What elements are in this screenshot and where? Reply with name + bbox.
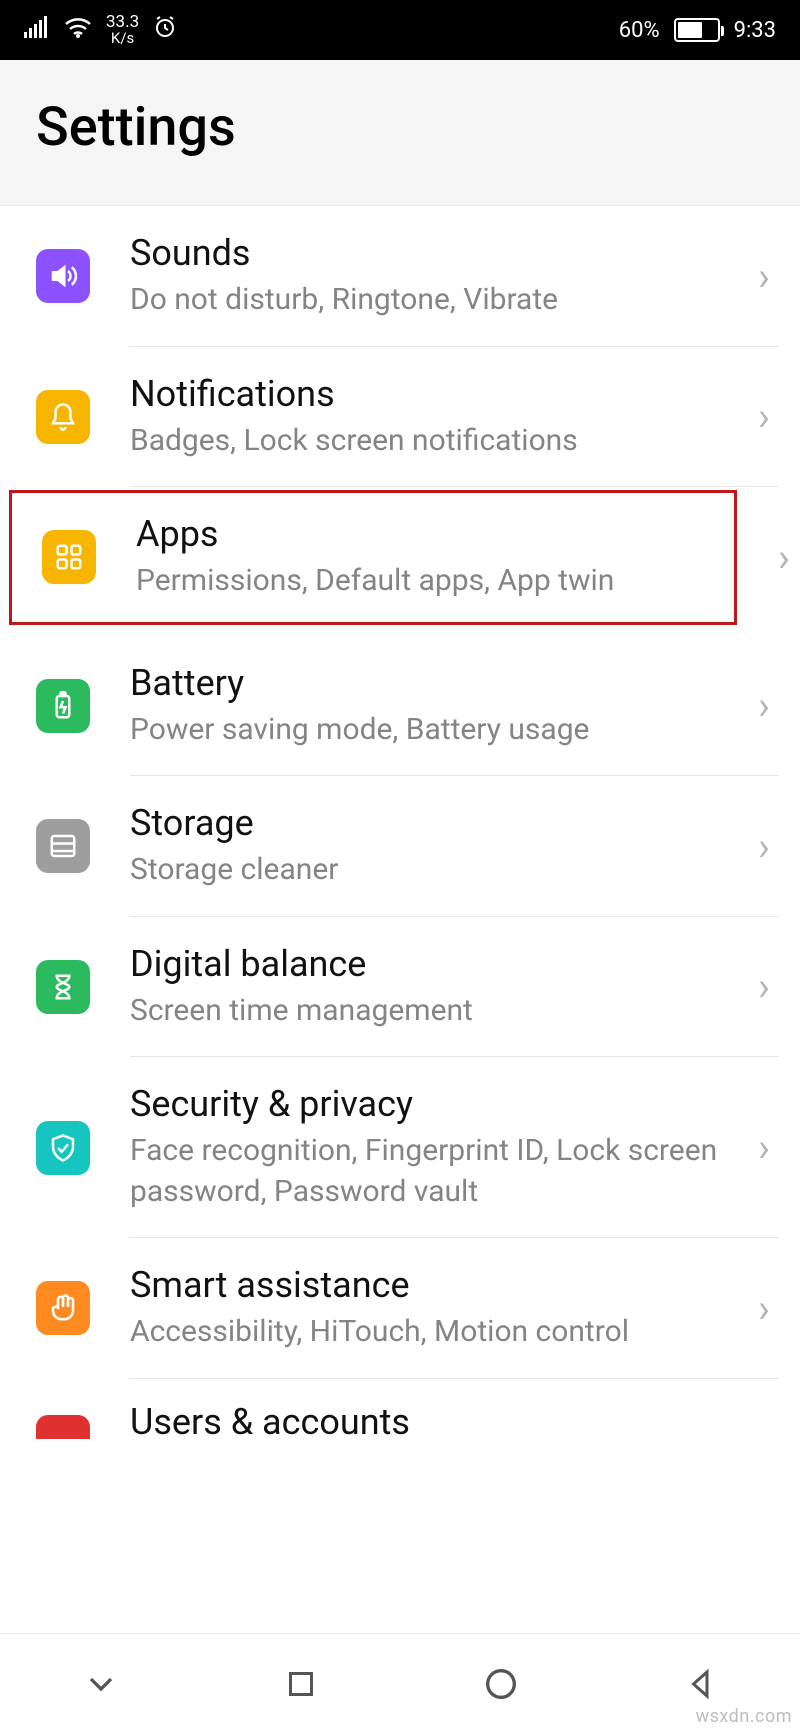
row-notifications[interactable]: Notifications Badges, Lock screen notifi… — [0, 347, 800, 488]
chevron-right-icon: › — [758, 1124, 770, 1171]
chevron-right-icon: › — [758, 823, 770, 870]
status-right: 60% 9:33 — [619, 18, 776, 43]
row-subtitle: Face recognition, Fingerprint ID, Lock s… — [130, 1131, 742, 1212]
row-smart-assistance[interactable]: Smart assistance Accessibility, HiTouch,… — [0, 1238, 800, 1379]
status-bar: 33.3 K/s 60% 9:33 — [0, 0, 800, 60]
row-subtitle: Storage cleaner — [130, 850, 742, 891]
row-title: Security & privacy — [130, 1083, 742, 1125]
row-title: Smart assistance — [130, 1264, 742, 1306]
battery-icon — [36, 679, 90, 733]
signal-icon — [24, 16, 50, 44]
clock: 9:33 — [734, 18, 776, 43]
nav-recents[interactable] — [283, 1666, 319, 1702]
row-title: Sounds — [130, 232, 742, 274]
page-header: Settings — [0, 60, 800, 206]
row-title: Apps — [136, 513, 740, 555]
nav-back[interactable] — [683, 1666, 719, 1702]
row-subtitle: Accessibility, HiTouch, Motion control — [130, 1312, 742, 1353]
settings-list: Sounds Do not disturb, Ringtone, Vibrate… — [0, 206, 800, 1439]
network-speed: 33.3 K/s — [106, 14, 139, 46]
row-subtitle: Permissions, Default apps, App twin — [136, 561, 740, 602]
notifications-icon — [36, 390, 90, 444]
row-subtitle: Badges, Lock screen notifications — [130, 421, 742, 462]
chevron-right-icon: › — [758, 963, 770, 1010]
row-digital-balance[interactable]: Digital balance Screen time management › — [0, 917, 800, 1058]
network-speed-unit: K/s — [111, 31, 134, 46]
chevron-right-icon: › — [758, 1285, 770, 1332]
apps-icon — [42, 530, 96, 584]
users-accounts-icon — [36, 1415, 90, 1439]
alarm-icon — [153, 15, 177, 45]
row-title: Users & accounts — [130, 1401, 770, 1439]
row-title: Notifications — [130, 373, 742, 415]
chevron-right-icon: › — [758, 682, 770, 729]
battery-percentage: 60% — [619, 18, 660, 43]
row-users-accounts[interactable]: Users & accounts — [0, 1379, 800, 1439]
security-icon — [36, 1121, 90, 1175]
row-title: Digital balance — [130, 943, 742, 985]
row-subtitle: Power saving mode, Battery usage — [130, 710, 742, 751]
chevron-right-icon: › — [758, 253, 770, 300]
digital-balance-icon — [36, 960, 90, 1014]
chevron-right-icon: › — [778, 534, 790, 581]
row-title: Battery — [130, 662, 742, 704]
battery-icon — [674, 18, 720, 42]
row-subtitle: Screen time management — [130, 991, 742, 1032]
wifi-icon — [64, 16, 92, 44]
nav-home[interactable] — [481, 1664, 521, 1704]
row-apps[interactable]: Apps Permissions, Default apps, App twin… — [6, 487, 740, 628]
storage-icon — [36, 819, 90, 873]
nav-hide-keyboard[interactable] — [81, 1664, 121, 1704]
row-sounds[interactable]: Sounds Do not disturb, Ringtone, Vibrate… — [0, 206, 800, 347]
chevron-right-icon: › — [758, 393, 770, 440]
sounds-icon — [36, 249, 90, 303]
system-nav-bar — [0, 1633, 800, 1733]
row-battery[interactable]: Battery Power saving mode, Battery usage… — [0, 628, 800, 777]
row-subtitle: Do not disturb, Ringtone, Vibrate — [130, 280, 742, 321]
page-title: Settings — [36, 96, 764, 159]
status-left: 33.3 K/s — [24, 14, 177, 46]
smart-assistance-icon — [36, 1281, 90, 1335]
row-storage[interactable]: Storage Storage cleaner › — [0, 776, 800, 917]
row-title: Storage — [130, 802, 742, 844]
row-security-privacy[interactable]: Security & privacy Face recognition, Fin… — [0, 1057, 800, 1238]
